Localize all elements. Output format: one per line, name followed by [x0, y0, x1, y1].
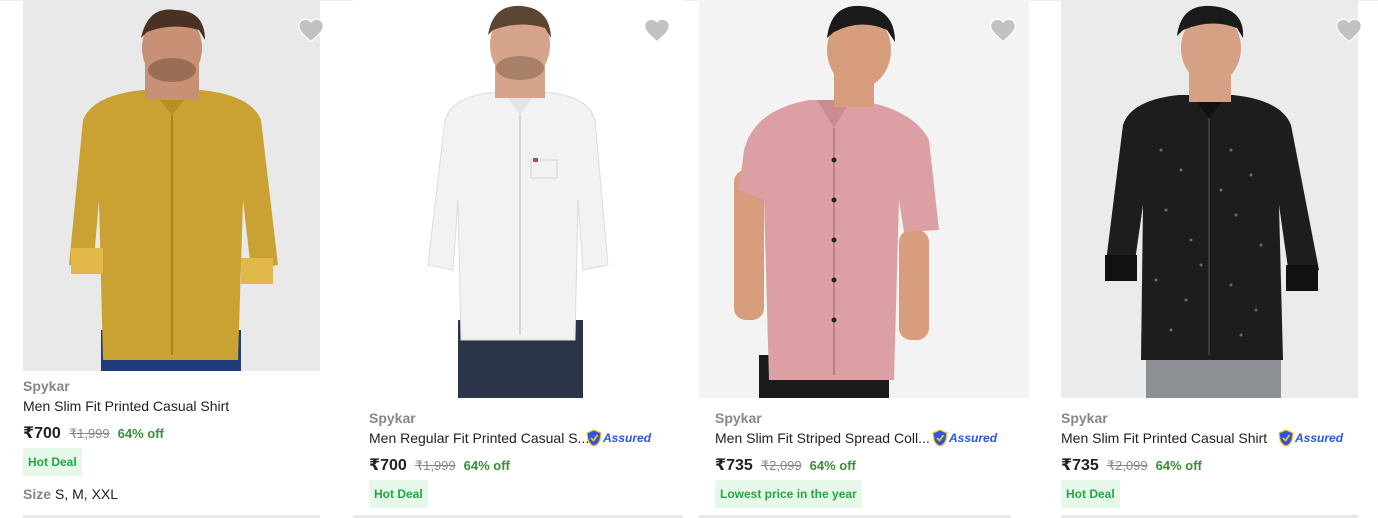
product-brand: Spykar	[369, 410, 416, 426]
deal-badge: Hot Deal	[1061, 480, 1120, 508]
assured-badge: Assured	[932, 429, 997, 447]
assured-shield-icon	[1278, 429, 1294, 447]
assured-label: Assured	[603, 431, 652, 445]
black-printed-shirt-image[interactable]	[1061, 0, 1358, 398]
price-row: ₹700 ₹1,999 64% off	[369, 455, 510, 475]
deal-badge: Lowest price in the year	[715, 480, 862, 508]
wishlist-heart-icon[interactable]	[297, 17, 325, 43]
selling-price: ₹700	[23, 425, 61, 442]
original-price: ₹1,999	[414, 458, 456, 473]
product-card[interactable]: Spykar Men Slim Fit Printed Casual Shirt…	[1045, 0, 1375, 518]
product-card[interactable]: Spykar Men Slim Fit Striped Spread Coll.…	[699, 0, 1029, 518]
price-row: ₹735 ₹2,099 64% off	[715, 455, 856, 475]
price-row: ₹700 ₹1,999 64% off	[23, 423, 164, 443]
assured-badge: Assured	[586, 429, 651, 447]
original-price: ₹2,099	[1106, 458, 1148, 473]
selling-price: ₹735	[1061, 457, 1099, 474]
product-title[interactable]: Men Slim Fit Printed Casual Shirt	[23, 398, 229, 414]
assured-shield-icon	[586, 429, 602, 447]
product-brand: Spykar	[23, 378, 70, 394]
selling-price: ₹735	[715, 457, 753, 474]
yellow-printed-shirt-image[interactable]	[23, 0, 320, 371]
size-values: S, M, XXL	[55, 486, 119, 502]
assured-shield-icon	[932, 429, 948, 447]
product-card[interactable]: Spykar Men Regular Fit Printed Casual S.…	[353, 0, 683, 518]
size-info: Size S, M, XXL	[23, 486, 118, 502]
deal-badge: Hot Deal	[369, 480, 428, 508]
wishlist-heart-icon[interactable]	[989, 17, 1017, 43]
discount-percent: 64% off	[117, 426, 164, 441]
assured-badge: Assured	[1278, 429, 1343, 447]
discount-percent: 64% off	[1155, 458, 1202, 473]
product-brand: Spykar	[1061, 410, 1108, 426]
assured-label: Assured	[1295, 431, 1344, 445]
price-row: ₹735 ₹2,099 64% off	[1061, 455, 1202, 475]
original-price: ₹2,099	[760, 458, 802, 473]
discount-percent: 64% off	[809, 458, 856, 473]
assured-label: Assured	[949, 431, 998, 445]
wishlist-heart-icon[interactable]	[1335, 17, 1363, 43]
discount-percent: 64% off	[463, 458, 510, 473]
product-brand: Spykar	[715, 410, 762, 426]
product-title[interactable]: Men Slim Fit Striped Spread Coll...	[715, 430, 930, 446]
white-printed-shirt-image[interactable]	[353, 0, 683, 398]
deal-badge: Hot Deal	[23, 448, 82, 476]
size-label: Size	[23, 486, 52, 502]
original-price: ₹1,999	[68, 426, 110, 441]
selling-price: ₹700	[369, 457, 407, 474]
product-title[interactable]: Men Slim Fit Printed Casual Shirt	[1061, 430, 1267, 446]
pink-striped-shirt-image[interactable]	[699, 0, 1029, 398]
product-card[interactable]: Spykar Men Slim Fit Printed Casual Shirt…	[20, 0, 350, 518]
wishlist-heart-icon[interactable]	[643, 17, 671, 43]
product-title[interactable]: Men Regular Fit Printed Casual S...	[369, 430, 589, 446]
